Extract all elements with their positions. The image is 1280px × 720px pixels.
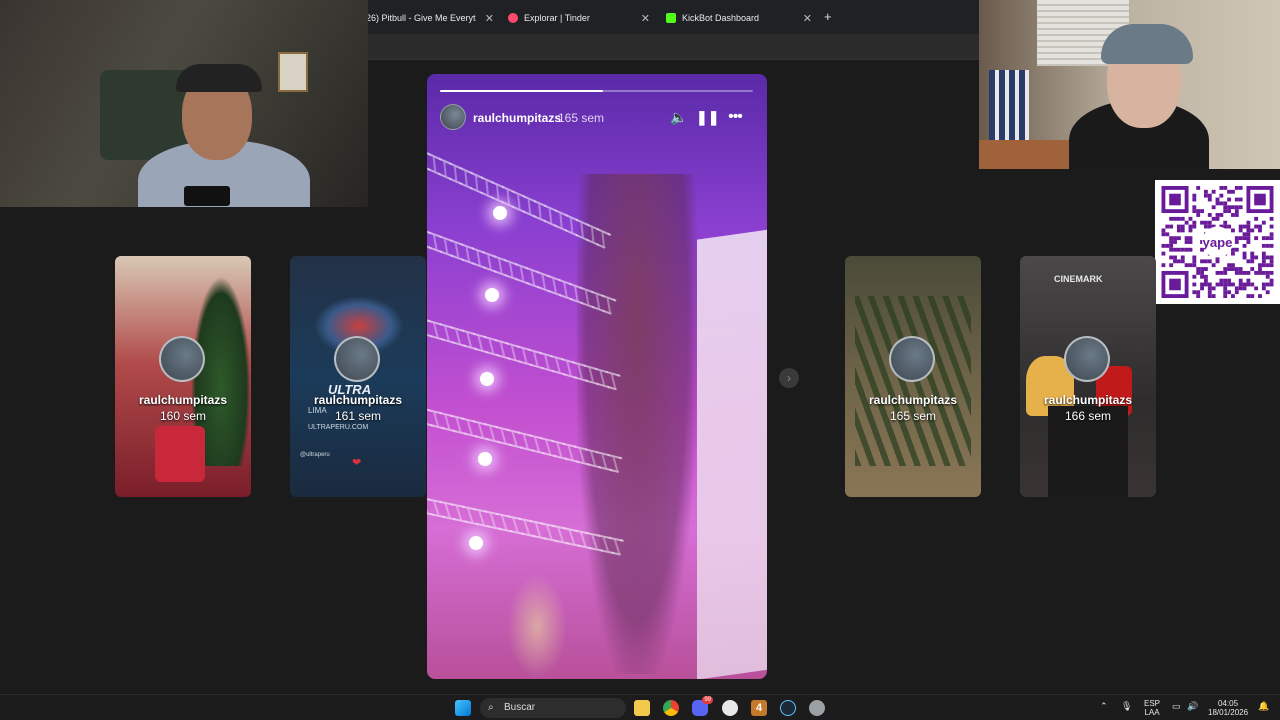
close-icon[interactable]: ✕: [641, 12, 650, 25]
settings-icon[interactable]: [809, 700, 825, 716]
tab-pitbull[interactable]: 26) Pitbull - Give Me Everythin ✕: [366, 6, 494, 30]
clock-date: 18/01/2026: [1208, 708, 1249, 717]
story-card-1[interactable]: raulchumpitazs 160 sem: [115, 256, 251, 497]
search-placeholder: Buscar: [504, 702, 536, 713]
cinemark-sign: CINEMARK: [1054, 274, 1103, 284]
kickbot-icon: [666, 13, 676, 23]
webcam-left: [0, 0, 368, 207]
phone-shape: [184, 186, 230, 206]
avatar: [1064, 336, 1110, 382]
webcam-right: [979, 0, 1280, 169]
more-options-icon[interactable]: •••: [725, 107, 745, 127]
stage-light: [469, 536, 483, 550]
ultra-url: ULTRAPERU.COM: [308, 424, 369, 431]
language-code: ESP: [1144, 699, 1161, 708]
floor: [979, 140, 1069, 169]
stage-screen: [697, 228, 767, 679]
stage-light: [493, 206, 507, 220]
notification-icon[interactable]: 🔔: [1258, 702, 1269, 711]
pause-icon[interactable]: ❚❚: [696, 107, 719, 127]
cap-shape: [1101, 24, 1193, 64]
avatar: [159, 336, 205, 382]
microphone-icon[interactable]: 🎙: [1121, 702, 1132, 711]
story-username: raulchumpitazs: [313, 393, 403, 407]
yape-qr-code: yape: [1155, 180, 1280, 304]
file-explorer-icon[interactable]: [634, 700, 650, 716]
volume-icon[interactable]: 🔊: [1187, 702, 1198, 711]
display-icon[interactable]: ▭: [1172, 702, 1181, 711]
story-time: 165 sem: [558, 111, 605, 125]
desktop: 26) Pitbull - Give Me Everythin ✕ Explor…: [0, 0, 1280, 720]
avatar[interactable]: [440, 104, 466, 130]
headphones-shape: [176, 64, 262, 92]
clock[interactable]: 04:05 18/01/2026: [1208, 699, 1248, 717]
picture-frame: [278, 52, 308, 92]
story-username: raulchumpitazs: [868, 393, 958, 407]
language-indicator[interactable]: ESP LAA: [1144, 699, 1160, 717]
chevron-up-icon[interactable]: ⌃: [1100, 702, 1108, 711]
avatar: [334, 336, 380, 382]
discord-badge: 99: [702, 696, 713, 704]
story-username[interactable]: raulchumpitazs: [473, 111, 561, 125]
story-username: raulchumpitazs: [138, 393, 228, 407]
chrome-icon[interactable]: [663, 700, 679, 716]
tab-label: Explorar | Tinder: [524, 13, 590, 23]
gift-bag: [155, 426, 205, 482]
story-progress-fill: [440, 90, 603, 92]
stage-light: [480, 372, 494, 386]
story-time: 160 sem: [159, 409, 207, 423]
stage-light: [478, 452, 492, 466]
story-card-3[interactable]: raulchumpitazs 165 sem: [845, 256, 981, 497]
story-time: 165 sem: [889, 409, 937, 423]
taskbar: ⌕ Buscar 99 4 ⌃ 🎙 ESP LAA ▭ 🔊 04:05 18/0…: [0, 694, 1280, 720]
story-viewer[interactable]: raulchumpitazs 165 sem 🔈 ❚❚ •••: [427, 74, 767, 679]
taskbar-search[interactable]: ⌕ Buscar: [480, 698, 626, 718]
qr-icon: yape: [1161, 186, 1274, 298]
browser-tab-strip: 26) Pitbull - Give Me Everythin ✕ Explor…: [360, 0, 980, 34]
story-username: raulchumpitazs: [1043, 393, 1133, 407]
story-card-2[interactable]: ULTRA LIMA ULTRAPERU.COM @ultraperu ❤ ra…: [290, 256, 426, 497]
steam-icon[interactable]: [780, 700, 796, 716]
close-icon[interactable]: ✕: [485, 12, 494, 25]
tab-label: 26) Pitbull - Give Me Everythin: [366, 13, 476, 23]
github-icon[interactable]: [722, 700, 738, 716]
keyboard-layout: LAA: [1144, 708, 1160, 717]
tab-kickbot[interactable]: KickBot Dashboard ✕: [666, 6, 812, 30]
heart-icon: ❤: [352, 457, 362, 469]
new-tab-button[interactable]: +: [824, 9, 832, 24]
discord-icon[interactable]: 99: [692, 696, 713, 716]
palm-tree-prop: [577, 174, 697, 674]
story-time: 166 sem: [1064, 409, 1112, 423]
ultra-handle: @ultraperu: [300, 452, 330, 458]
avatar: [889, 336, 935, 382]
stage-light: [485, 288, 499, 302]
tab-tinder[interactable]: Explorar | Tinder ✕: [508, 6, 650, 30]
volume-icon[interactable]: 🔈: [669, 107, 689, 127]
app-4-icon[interactable]: 4: [751, 700, 767, 716]
next-story-button[interactable]: ›: [779, 368, 799, 388]
shelf-clothes: [989, 70, 1029, 140]
close-icon[interactable]: ✕: [803, 12, 812, 25]
story-progress-bar: [440, 90, 753, 92]
tinder-icon: [508, 13, 518, 23]
clock-time: 04:05: [1218, 699, 1239, 708]
yape-logo-text: yape: [1203, 235, 1233, 250]
search-icon: ⌕: [488, 702, 494, 713]
performer-figure: [507, 574, 567, 679]
windows-start-icon[interactable]: [455, 700, 471, 716]
story-time: 161 sem: [334, 409, 382, 423]
browser-toolbar: [360, 34, 980, 60]
tab-label: KickBot Dashboard: [682, 13, 760, 23]
story-card-4[interactable]: CINEMARK raulchumpitazs 166 sem: [1020, 256, 1156, 497]
